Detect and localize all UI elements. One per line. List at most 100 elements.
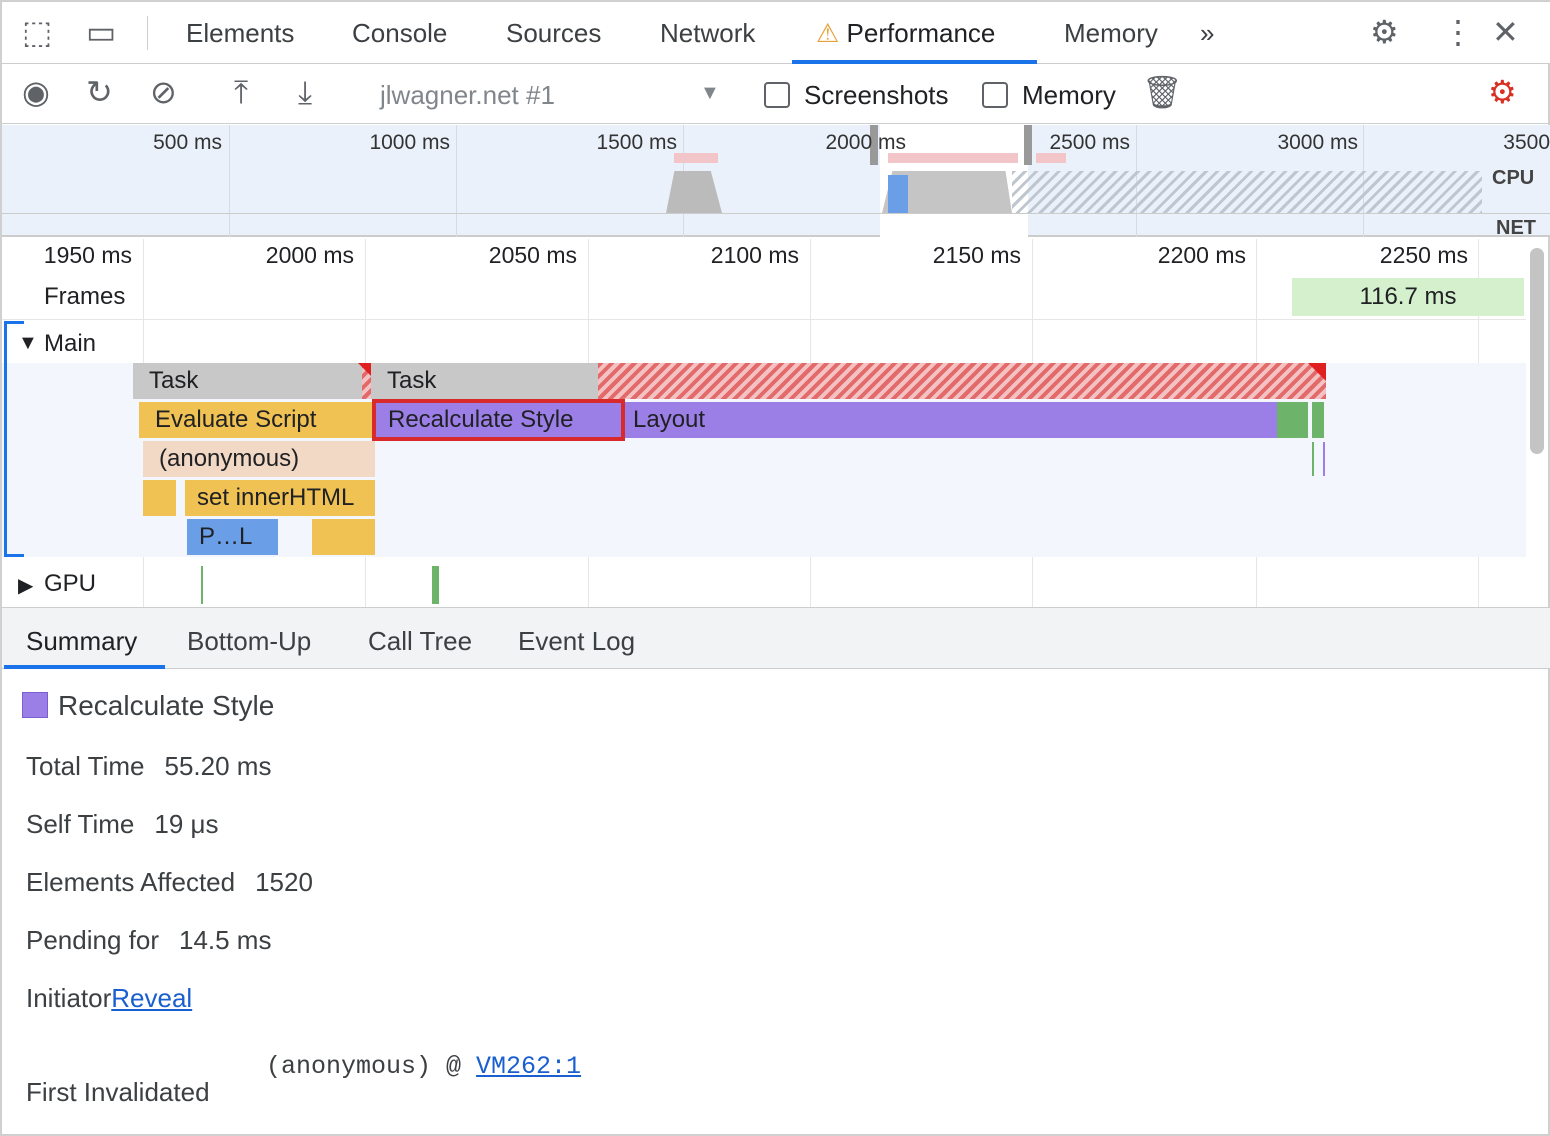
summary-title: Recalculate Style bbox=[58, 690, 275, 721]
memory-label: Memory bbox=[1022, 80, 1116, 110]
evaluate-script-bar[interactable]: Evaluate Script bbox=[139, 402, 375, 438]
tab-elements[interactable]: Elements bbox=[186, 18, 294, 49]
collapse-triangle-icon[interactable]: ▼ bbox=[18, 332, 38, 355]
value: 14.5 ms bbox=[178, 925, 272, 955]
overview-tick: 1500 ms bbox=[596, 131, 677, 154]
recalculate-style-bar-selected[interactable]: Recalculate Style bbox=[372, 399, 625, 441]
active-tab-indicator bbox=[4, 665, 165, 669]
inspect-element-icon[interactable]: ⬚ bbox=[22, 16, 52, 48]
gpu-event[interactable] bbox=[432, 566, 439, 604]
reload-record-icon[interactable]: ↻ bbox=[86, 76, 113, 108]
ruler-tick: 2100 ms bbox=[710, 242, 799, 268]
tab-memory[interactable]: Memory bbox=[1064, 18, 1158, 49]
ruler-tick: 2050 ms bbox=[488, 242, 577, 268]
style-sliver bbox=[1323, 442, 1325, 476]
target-select[interactable]: jlwagner.net #1 bbox=[380, 80, 555, 111]
long-task-marker bbox=[888, 153, 1018, 163]
tab-event-log[interactable]: Event Log bbox=[518, 626, 635, 657]
value: 55.20 ms bbox=[164, 751, 272, 781]
paint-sliver bbox=[1312, 442, 1314, 476]
divider bbox=[147, 16, 148, 50]
label: Total Time bbox=[26, 751, 145, 781]
initiator-row: InitiatorReveal bbox=[26, 983, 192, 1014]
cpu-scripting bbox=[888, 175, 908, 213]
first-invalidated-value: (anonymous) @ VM262:1 bbox=[266, 1052, 581, 1081]
settings-gear-icon[interactable]: ⚙ bbox=[1370, 16, 1399, 48]
cpu-activity bbox=[666, 171, 722, 213]
elements-affected-row: Elements Affected 1520 bbox=[26, 867, 313, 898]
overview-tick: 500 ms bbox=[153, 131, 222, 154]
task-bar[interactable]: Task bbox=[371, 363, 599, 399]
ruler-tick: 2200 ms bbox=[1157, 242, 1246, 268]
device-toolbar-icon[interactable]: ▭ bbox=[86, 16, 116, 48]
value: 1520 bbox=[255, 867, 313, 897]
ruler-tick: 2000 ms bbox=[265, 242, 354, 268]
set-innerhtml-bar[interactable]: set innerHTML bbox=[185, 480, 375, 516]
tab-call-tree[interactable]: Call Tree bbox=[368, 626, 472, 657]
more-options-icon[interactable]: ⋮ bbox=[1442, 16, 1474, 48]
record-icon[interactable]: ◉ bbox=[22, 76, 50, 108]
expand-triangle-icon[interactable]: ▶ bbox=[18, 573, 33, 598]
upload-icon[interactable]: ⤒ bbox=[234, 76, 248, 108]
main-track-selection bbox=[4, 321, 24, 557]
overview-tick: 2000 ms bbox=[825, 131, 906, 154]
parse-html-bar[interactable]: P…L bbox=[187, 519, 278, 555]
main-track-label[interactable]: Main bbox=[44, 330, 96, 358]
frame-block[interactable]: 116.7 ms bbox=[1292, 278, 1524, 316]
devtools-tab-bar: ⬚ ▭ Elements Console Sources Network ⚠ P… bbox=[2, 2, 1550, 64]
tab-network[interactable]: Network bbox=[660, 18, 755, 49]
memory-checkbox[interactable] bbox=[982, 82, 1008, 108]
tab-bottom-up[interactable]: Bottom-Up bbox=[187, 626, 311, 657]
first-invalidated-label: First Invalidated bbox=[26, 1077, 210, 1107]
tab-performance[interactable]: ⚠ Performance bbox=[816, 18, 995, 49]
anonymous-function-bar[interactable]: (anonymous) bbox=[143, 441, 375, 477]
timeline-overview[interactable]: 500 ms 1000 ms 1500 ms 2000 ms 2500 ms 3… bbox=[2, 125, 1550, 239]
download-icon[interactable]: ⤓ bbox=[298, 76, 312, 108]
gpu-track-label[interactable]: GPU bbox=[44, 570, 96, 598]
cpu-idle-hatch bbox=[1012, 171, 1482, 213]
garbage-collect-icon[interactable]: 🗑 bbox=[1142, 76, 1183, 108]
tab-summary[interactable]: Summary bbox=[26, 626, 137, 657]
close-icon[interactable]: ✕ bbox=[1492, 16, 1519, 48]
tab-performance-label: Performance bbox=[846, 18, 996, 48]
self-time-row: Self Time 19 μs bbox=[26, 809, 219, 840]
label: Elements Affected bbox=[26, 867, 236, 897]
ruler-tick: 1950 ms bbox=[43, 242, 132, 268]
more-tabs-icon[interactable]: » bbox=[1200, 18, 1214, 49]
paint-bar[interactable] bbox=[1277, 402, 1308, 438]
value: 19 μs bbox=[154, 809, 219, 839]
function-name: (anonymous) @ bbox=[266, 1052, 477, 1081]
script-bar[interactable] bbox=[143, 480, 176, 516]
tab-console[interactable]: Console bbox=[352, 18, 447, 49]
dropdown-arrow-icon[interactable]: ▼ bbox=[700, 82, 720, 105]
clear-icon[interactable]: ⊘ bbox=[150, 76, 177, 108]
capture-settings-icon[interactable]: ⚙ bbox=[1488, 76, 1517, 108]
long-task-hatch bbox=[598, 363, 1326, 399]
overview-tick: 2500 ms bbox=[1049, 131, 1130, 154]
screenshots-label: Screenshots bbox=[804, 80, 949, 110]
paint-bar[interactable] bbox=[1312, 402, 1324, 438]
source-link[interactable]: VM262:1 bbox=[476, 1052, 581, 1081]
label: Initiator bbox=[26, 983, 112, 1013]
overview-tick: 3500 bbox=[1503, 131, 1550, 154]
details-tab-bar: Summary Bottom-Up Call Tree Event Log bbox=[2, 607, 1550, 669]
total-time-row: Total Time 55.20 ms bbox=[26, 751, 271, 782]
screenshots-checkbox[interactable] bbox=[764, 82, 790, 108]
frames-track-label: Frames bbox=[44, 283, 126, 310]
pending-row: Pending for 14.5 ms bbox=[26, 925, 271, 956]
overview-tick: 1000 ms bbox=[369, 131, 450, 154]
task-bar[interactable]: Task bbox=[133, 363, 377, 399]
ruler-tick: 2150 ms bbox=[932, 242, 1021, 268]
cpu-label: CPU bbox=[1492, 167, 1535, 189]
performance-toolbar: ◉ ↻ ⊘ ⤒ ⤓ jlwagner.net #1 ▼ Screenshots … bbox=[2, 64, 1550, 124]
gpu-event[interactable] bbox=[201, 566, 203, 604]
category-color-swatch bbox=[22, 692, 48, 718]
label: Pending for bbox=[26, 925, 159, 955]
reveal-link[interactable]: Reveal bbox=[111, 983, 192, 1013]
script-bar[interactable] bbox=[312, 519, 375, 555]
overview-tick: 3000 ms bbox=[1277, 131, 1358, 154]
long-task-marker bbox=[1036, 153, 1066, 163]
layout-bar[interactable]: Layout bbox=[625, 402, 1277, 438]
tab-sources[interactable]: Sources bbox=[506, 18, 601, 49]
vertical-scrollbar[interactable] bbox=[1530, 248, 1544, 454]
